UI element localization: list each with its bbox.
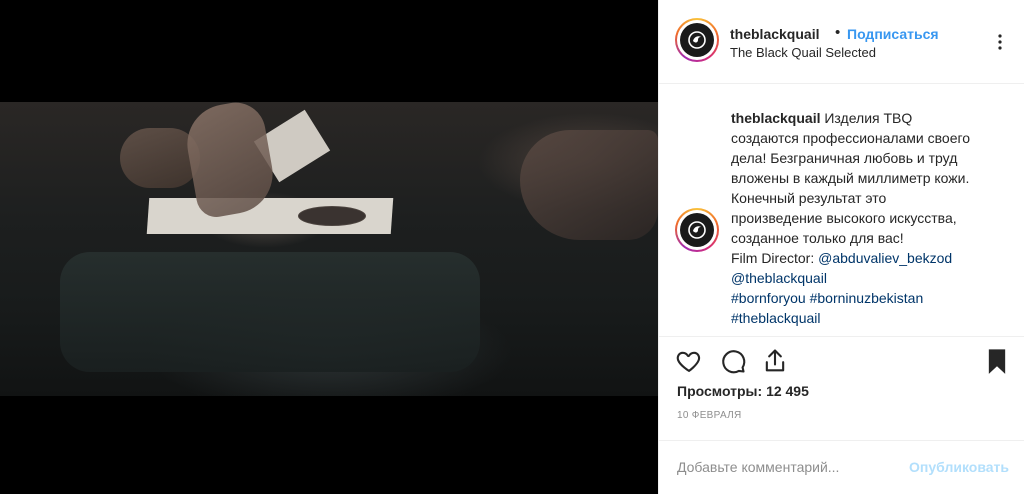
quail-logo-icon (680, 213, 714, 247)
comment-input[interactable]: Добавьте комментарий... (677, 459, 839, 475)
separator-dot: • (835, 24, 841, 41)
caption-username[interactable]: theblackquail (731, 110, 820, 126)
video-frame[interactable] (0, 97, 658, 396)
caption-text: Изделия TBQ (824, 110, 913, 126)
action-bar (659, 336, 1024, 380)
leather-piece (60, 252, 480, 372)
hashtag-links[interactable]: #bornforyou #borninuzbekistan (731, 288, 1013, 308)
post-header: theblackquail • Подписаться The Black Qu… (659, 0, 1024, 84)
share-icon[interactable] (761, 347, 789, 375)
post-media[interactable] (0, 0, 658, 494)
post-location[interactable]: The Black Quail Selected (730, 45, 876, 60)
caption-text: созданное только для вас! (731, 230, 904, 246)
more-options-icon[interactable] (991, 32, 1009, 52)
quail-logo-icon (680, 23, 714, 57)
avatar[interactable] (675, 18, 719, 62)
bookmark-icon[interactable] (983, 347, 1011, 375)
views-label: Просмотры: (677, 383, 763, 399)
post-caption: theblackquail Изделия TBQ создаются проф… (731, 108, 1013, 328)
caption-text: вложены в каждый миллиметр кожи. (731, 170, 970, 186)
leather-disc (298, 206, 366, 226)
comment-form: Добавьте комментарий... Опубликовать (659, 440, 1024, 494)
post-date[interactable]: 10 ФЕВРАЛЯ (677, 410, 742, 421)
mention-link[interactable]: @theblackquail (731, 268, 1013, 288)
views-value: 12 495 (766, 383, 809, 399)
director-label: Film Director: (731, 250, 819, 266)
post-side-panel: theblackquail • Подписаться The Black Qu… (658, 0, 1024, 494)
caption-text: произведение высокого искусства, (731, 210, 957, 226)
caption-avatar[interactable] (675, 208, 719, 252)
post-username[interactable]: theblackquail (730, 26, 819, 42)
hashtag-link[interactable]: #theblackquail (731, 308, 1013, 328)
comment-icon[interactable] (719, 347, 747, 375)
caption-text: Конечный результат это (731, 190, 887, 206)
publish-button[interactable]: Опубликовать (909, 459, 1009, 475)
leather-roll (520, 130, 658, 240)
follow-button[interactable]: Подписаться (847, 26, 939, 42)
views-count: Просмотры: 12 495 (677, 383, 809, 399)
director-mention-link[interactable]: @abduvaliev_bekzod (818, 250, 952, 266)
heart-icon[interactable] (675, 347, 703, 375)
caption-text: дела! Безграничная любовь и труд (731, 150, 958, 166)
caption-text: создаются профессионалами своего (731, 130, 971, 146)
